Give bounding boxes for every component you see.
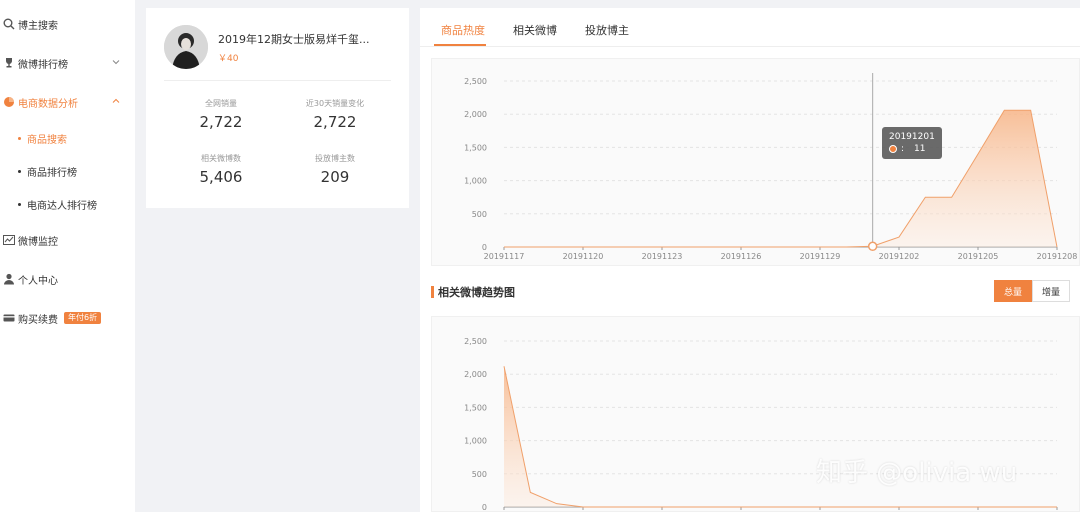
nav-weibo-ranking[interactable]: 微博排行榜 <box>0 52 135 74</box>
watermark-text: 知乎 @olivia wu <box>816 458 1018 488</box>
tab-active-indicator <box>434 44 486 46</box>
nav-label: 微博排行榜 <box>18 59 68 71</box>
nav-personal-center[interactable]: 个人中心 <box>0 268 135 290</box>
nav-weibo-monitor[interactable]: 微博监控 <box>0 229 135 251</box>
x-tick-label: 20191117 <box>484 252 525 261</box>
bullet-dot <box>18 169 21 173</box>
x-tick-label: 20191120 <box>563 252 604 261</box>
series-area <box>504 110 1057 247</box>
x-tick-label: 20191208 <box>1037 252 1078 261</box>
y-tick-label: 500 <box>472 470 487 479</box>
toggle-total[interactable]: 总量 <box>994 280 1032 302</box>
nav-label: 博主搜索 <box>18 20 58 32</box>
nav-label: 购买续费 <box>18 314 58 326</box>
stat-related-weibo: 相关微博数 5,406 <box>166 153 276 186</box>
y-tick-label: 1,000 <box>464 437 487 446</box>
x-tick-label: 20191205 <box>958 252 999 261</box>
nav-ecommerce-analysis[interactable]: 电商数据分析 <box>0 91 135 113</box>
tab-product-heat[interactable]: 商品热度 <box>441 22 485 38</box>
y-tick-label: 0 <box>482 503 487 512</box>
tab-bloggers[interactable]: 投放博主 <box>585 22 629 38</box>
y-tick-label: 1,500 <box>464 143 487 152</box>
y-tick-label: 2,000 <box>464 110 487 119</box>
pie-chart-icon <box>3 96 15 108</box>
chart-tooltip: 20191201 : 11 <box>882 127 942 159</box>
x-tick-label: 20191202 <box>879 252 920 261</box>
tooltip-sep: : <box>901 144 905 154</box>
sub-item-label: 商品排行榜 <box>27 167 77 179</box>
y-tick-label: 1,500 <box>464 403 487 412</box>
line-chart-icon <box>3 234 15 246</box>
chevron-up-icon[interactable] <box>111 96 121 109</box>
y-tick-label: 0 <box>482 243 487 252</box>
bullet-dot <box>18 202 21 206</box>
title-accent-bar <box>431 286 434 298</box>
series-dot <box>889 145 897 153</box>
nav-label: 微博监控 <box>18 236 58 248</box>
trophy-icon <box>3 57 15 69</box>
sub-item-label: 电商达人排行榜 <box>27 200 97 212</box>
nav-blogger-search[interactable]: 博主搜索 <box>0 13 135 35</box>
section-title: 相关微博趋势图 <box>431 284 515 300</box>
divider <box>164 80 391 81</box>
main-panel: 商品热度 相关微博 投放博主 0 500 1,000 1,500 2,000 2,500 2… <box>420 8 1080 512</box>
stat-label: 投放博主数 <box>315 154 355 163</box>
y-tick-label: 2,500 <box>464 77 487 86</box>
x-tick-label: 20191129 <box>800 252 841 261</box>
data-point-marker <box>867 241 878 252</box>
sub-item-label: 商品搜索 <box>27 134 67 146</box>
product-avatar[interactable] <box>164 25 208 69</box>
sub-item-influencer-ranking[interactable]: 电商达人排行榜 <box>0 194 135 214</box>
toggle-increment[interactable]: 增量 <box>1032 280 1070 302</box>
stat-total-sales: 全网销量 2,722 <box>166 98 276 131</box>
discount-badge: 年付6折 <box>64 312 102 324</box>
user-icon <box>3 273 15 285</box>
tooltip-row: : 11 <box>889 144 935 154</box>
y-tick-label: 2,500 <box>464 337 487 346</box>
chevron-down-icon[interactable] <box>111 57 121 70</box>
stat-label: 全网销量 <box>205 99 237 108</box>
sidebar: 博主搜索 微博排行榜 电商数据分析 商品搜索 商品排行榜 电商达人排行榜 微博监 <box>0 0 135 512</box>
sub-item-product-search[interactable]: 商品搜索 <box>0 128 135 148</box>
x-tick-label: 20191126 <box>721 252 762 261</box>
stat-30day-change: 近30天销量变化 2,722 <box>280 98 390 131</box>
heat-chart[interactable]: 0 500 1,000 1,500 2,000 2,500 20191117 20191120… <box>431 58 1080 266</box>
section-title-text: 相关微博趋势图 <box>438 286 515 299</box>
stat-label: 近30天销量变化 <box>305 99 365 108</box>
nav-label: 个人中心 <box>18 275 58 287</box>
nav-purchase-renew[interactable]: 购买续费 年付6折 <box>0 307 135 329</box>
stat-value: 2,722 <box>199 113 243 131</box>
product-title[interactable]: 2019年12期女士版易烊千玺... <box>218 31 369 47</box>
bullet-dot <box>18 136 21 140</box>
nav-label: 电商数据分析 <box>18 98 78 110</box>
stat-value: 2,722 <box>313 113 357 131</box>
sub-item-product-ranking[interactable]: 商品排行榜 <box>0 161 135 181</box>
tooltip-value: 11 <box>914 144 926 154</box>
stat-value: 5,406 <box>199 168 243 186</box>
stat-bloggers: 投放博主数 209 <box>280 153 390 186</box>
card-icon <box>3 312 15 324</box>
stat-label: 相关微博数 <box>201 154 241 163</box>
x-tick-label: 20191123 <box>642 252 683 261</box>
tab-divider <box>420 46 1080 47</box>
product-price: ￥40 <box>218 54 239 64</box>
heat-chart-svg[interactable]: 0 500 1,000 1,500 2,000 2,500 20191117 20191120… <box>432 59 1080 267</box>
tab-related-weibo[interactable]: 相关微博 <box>513 22 557 38</box>
product-card: 2019年12期女士版易烊千玺... ￥40 全网销量 2,722 近30天销量… <box>146 8 409 208</box>
y-tick-label: 1,000 <box>464 177 487 186</box>
y-tick-label: 2,000 <box>464 370 487 379</box>
y-tick-label: 500 <box>472 210 487 219</box>
tooltip-date: 20191201 <box>889 132 935 142</box>
stat-value: 209 <box>320 168 350 186</box>
search-icon <box>3 18 15 30</box>
